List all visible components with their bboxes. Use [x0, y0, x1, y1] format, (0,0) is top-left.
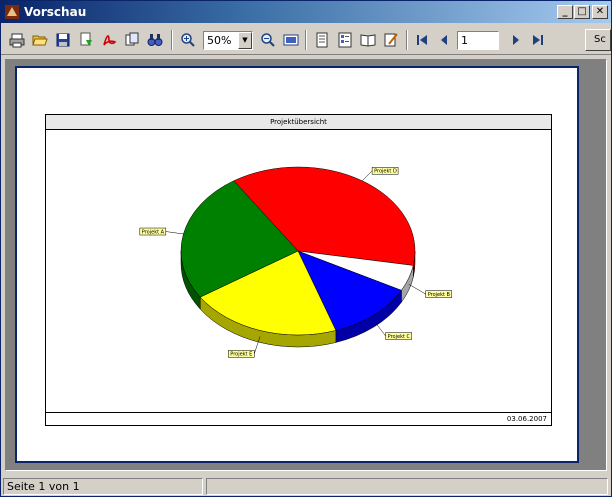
- export-icon[interactable]: [76, 30, 96, 50]
- pie-leader-line: [408, 283, 426, 295]
- report-frame: Projektübersicht Projekt D Projekt B Proje…: [45, 114, 552, 426]
- fit-page-icon[interactable]: [281, 30, 301, 50]
- report-date: 03.06.2007: [506, 415, 547, 423]
- last-page-icon[interactable]: [528, 30, 548, 50]
- status-panel-empty: [206, 478, 608, 495]
- pie-slice-label: Projekt C: [388, 334, 411, 340]
- preview-area[interactable]: Projektübersicht Projekt D Projekt B Proje…: [5, 59, 607, 471]
- side-button[interactable]: Sc: [585, 29, 611, 51]
- save-icon[interactable]: [53, 30, 73, 50]
- title-bar[interactable]: Vorschau _ □ ✕: [1, 1, 611, 23]
- first-page-icon[interactable]: [412, 30, 432, 50]
- toolbar-separator: [171, 30, 173, 50]
- chevron-down-icon[interactable]: ▼: [238, 32, 252, 49]
- single-page-icon[interactable]: [312, 30, 332, 50]
- zoom-in-icon[interactable]: [178, 30, 198, 50]
- zoom-value: 50%: [207, 34, 232, 47]
- page-list-icon[interactable]: [335, 30, 355, 50]
- pie-leader-line: [362, 170, 373, 181]
- page-number-input[interactable]: [457, 31, 499, 50]
- report-title: Projektübersicht: [46, 115, 551, 130]
- status-panel: Seite 1 von 1: [3, 478, 203, 495]
- pie-slice-label: Projekt B: [428, 292, 451, 298]
- close-button[interactable]: ✕: [592, 5, 608, 19]
- window-title: Vorschau: [24, 5, 87, 19]
- previous-page-icon[interactable]: [434, 30, 454, 50]
- pie-leader-line: [165, 231, 184, 235]
- zoom-select[interactable]: 50% ▼: [203, 31, 253, 50]
- toolbar-separator: [406, 30, 408, 50]
- pie-chart: Projekt D Projekt B Projekt C Projekt E Proj…: [139, 166, 452, 358]
- book-icon[interactable]: [358, 30, 378, 50]
- find-binoculars-icon[interactable]: [145, 30, 165, 50]
- next-page-icon[interactable]: [506, 30, 526, 50]
- pie-slice-label: Projekt E: [230, 352, 252, 358]
- pdf-icon[interactable]: [99, 30, 119, 50]
- preview-window: Vorschau _ □ ✕ 50% ▼ 1 Sc Projektübersic…: [0, 0, 612, 497]
- pie-slice-label: Projekt A: [142, 229, 165, 235]
- open-folder-icon[interactable]: [30, 30, 50, 50]
- report-footer: 03.06.2007: [46, 412, 551, 425]
- app-icon: [5, 5, 19, 19]
- minimize-button[interactable]: _: [557, 5, 573, 19]
- copy-pages-icon[interactable]: [122, 30, 142, 50]
- report-page: Projektübersicht Projekt D Projekt B Proje…: [15, 66, 579, 463]
- status-bar: Seite 1 von 1: [1, 476, 611, 496]
- status-page-text: Seite 1 von 1: [7, 480, 80, 493]
- print-icon[interactable]: [7, 30, 27, 50]
- toolbar: 50% ▼ 1 Sc: [1, 25, 611, 55]
- edit-page-icon[interactable]: [381, 30, 401, 50]
- zoom-out-icon[interactable]: [258, 30, 278, 50]
- maximize-button[interactable]: □: [574, 5, 590, 19]
- pie-slice-label: Projekt D: [374, 169, 397, 175]
- toolbar-separator: [305, 30, 307, 50]
